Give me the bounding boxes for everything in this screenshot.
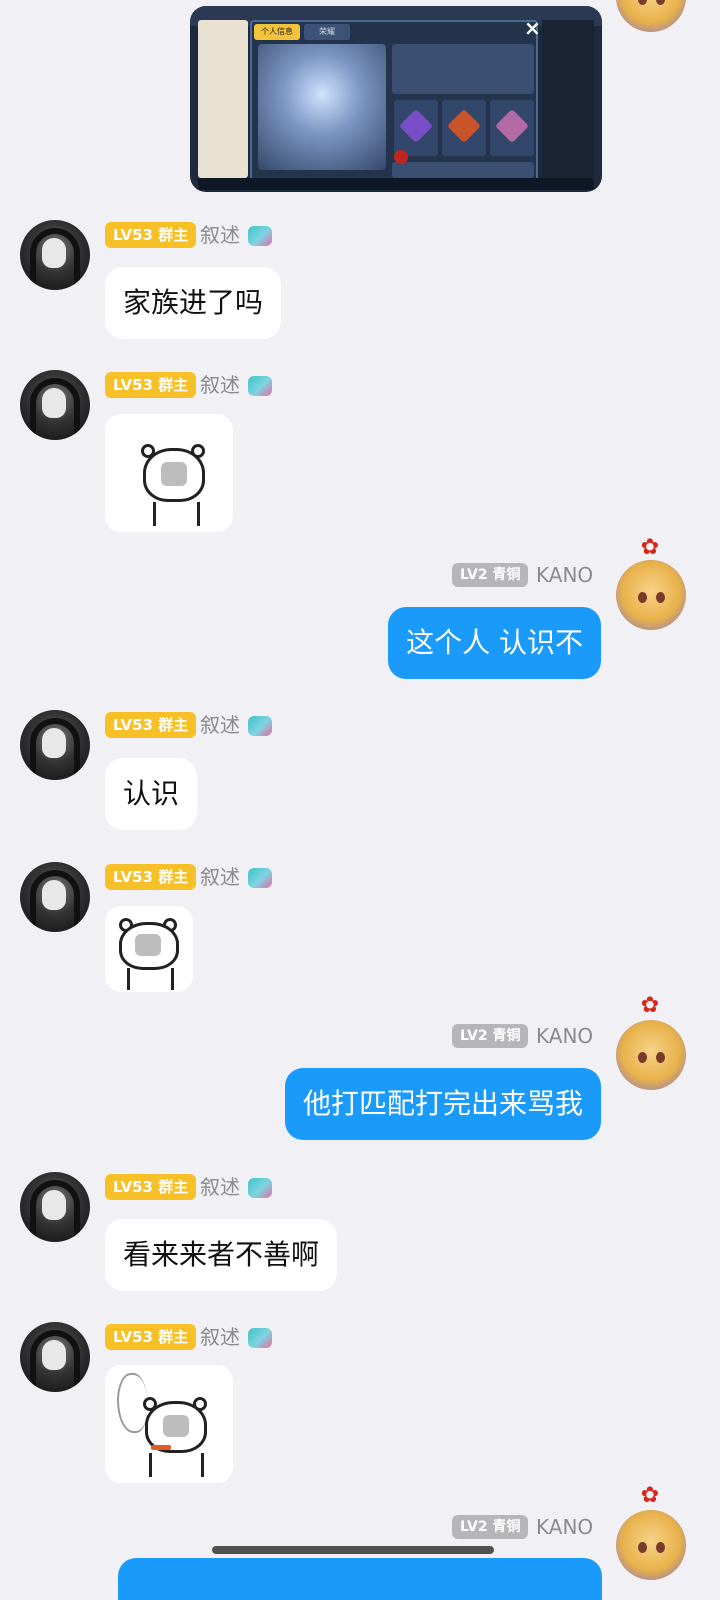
- group-owner-badge: LV53 群主: [105, 712, 197, 738]
- screenshot-rank-card: [442, 100, 486, 156]
- screenshot-rank-card: [394, 100, 438, 156]
- group-owner-badge: LV53 群主: [105, 1174, 197, 1200]
- sender-name: 叙述: [200, 223, 240, 247]
- message-bubble[interactable]: 他打匹配打完出来骂我: [284, 1068, 601, 1140]
- red-flower-icon: ✿: [640, 535, 660, 560]
- screenshot-hero-art: [258, 44, 386, 170]
- group-owner-badge: LV53 群主: [105, 1324, 197, 1350]
- avatar-xushu[interactable]: [20, 862, 90, 932]
- screenshot-rank-card: [490, 100, 534, 156]
- screenshot-right-strip: [542, 20, 594, 178]
- avatar-kano[interactable]: [616, 0, 686, 32]
- red-flower-icon: ✿: [640, 1483, 660, 1508]
- dino-badge-icon: [248, 716, 272, 736]
- message-bubble[interactable]: 这个人 认识不: [388, 607, 601, 679]
- screenshot-bottom-bar: [392, 162, 534, 178]
- screenshot-left-panel: [198, 20, 248, 178]
- group-owner-badge: LV53 群主: [105, 222, 197, 248]
- member-level-badge: LV2 青铜: [452, 1024, 529, 1048]
- avatar-xushu[interactable]: [20, 1172, 90, 1242]
- avatar-kano[interactable]: [616, 1020, 686, 1090]
- screenshot-profile-info: [392, 44, 534, 94]
- red-flower-icon: ✿: [640, 993, 660, 1018]
- sender-name: 叙述: [200, 1325, 240, 1349]
- dino-badge-icon: [248, 376, 272, 396]
- sender-name: KANO: [536, 563, 594, 587]
- screenshot-red-button: [394, 150, 408, 164]
- smoking-bear-meme-sticker[interactable]: [105, 1365, 233, 1483]
- screenshot-tab: 个人信息: [254, 24, 300, 40]
- message-bubble[interactable]: 看来来者不善啊: [105, 1219, 338, 1291]
- dino-badge-icon: [248, 1328, 272, 1348]
- sender-name: KANO: [536, 1515, 594, 1539]
- sender-name: 叙述: [200, 1175, 240, 1199]
- sender-name: 叙述: [200, 865, 240, 889]
- message-bubble[interactable]: 认识: [105, 758, 198, 830]
- dino-badge-icon: [248, 1178, 272, 1198]
- screenshot-modal: 个人信息 荣耀: [250, 20, 538, 188]
- sender-name: 叙述: [200, 713, 240, 737]
- dino-badge-icon: [248, 226, 272, 246]
- avatar-kano[interactable]: [616, 1510, 686, 1580]
- group-owner-badge: LV53 群主: [105, 864, 197, 890]
- home-indicator[interactable]: [212, 1546, 494, 1554]
- avatar-xushu[interactable]: [20, 220, 90, 290]
- message-bubble[interactable]: [118, 1558, 602, 1600]
- message-bubble[interactable]: 家族进了吗: [105, 267, 282, 339]
- sender-name: 叙述: [200, 373, 240, 397]
- member-level-badge: LV2 青铜: [452, 1515, 529, 1539]
- bear-meme-sticker[interactable]: [105, 414, 233, 532]
- screenshot-chat-bar: [198, 178, 594, 190]
- sender-name: KANO: [536, 1024, 594, 1048]
- avatar-xushu[interactable]: [20, 1322, 90, 1392]
- screenshot-tab-2: 荣耀: [304, 24, 350, 40]
- avatar-xushu[interactable]: [20, 370, 90, 440]
- group-owner-badge: LV53 群主: [105, 372, 197, 398]
- screenshot-close-icon: ×: [524, 16, 541, 40]
- bear-meme-sticker[interactable]: [105, 906, 193, 992]
- member-level-badge: LV2 青铜: [452, 563, 529, 587]
- shared-game-screenshot[interactable]: 个人信息 荣耀 ×: [190, 6, 602, 192]
- dino-badge-icon: [248, 868, 272, 888]
- avatar-kano[interactable]: [616, 560, 686, 630]
- avatar-xushu[interactable]: [20, 710, 90, 780]
